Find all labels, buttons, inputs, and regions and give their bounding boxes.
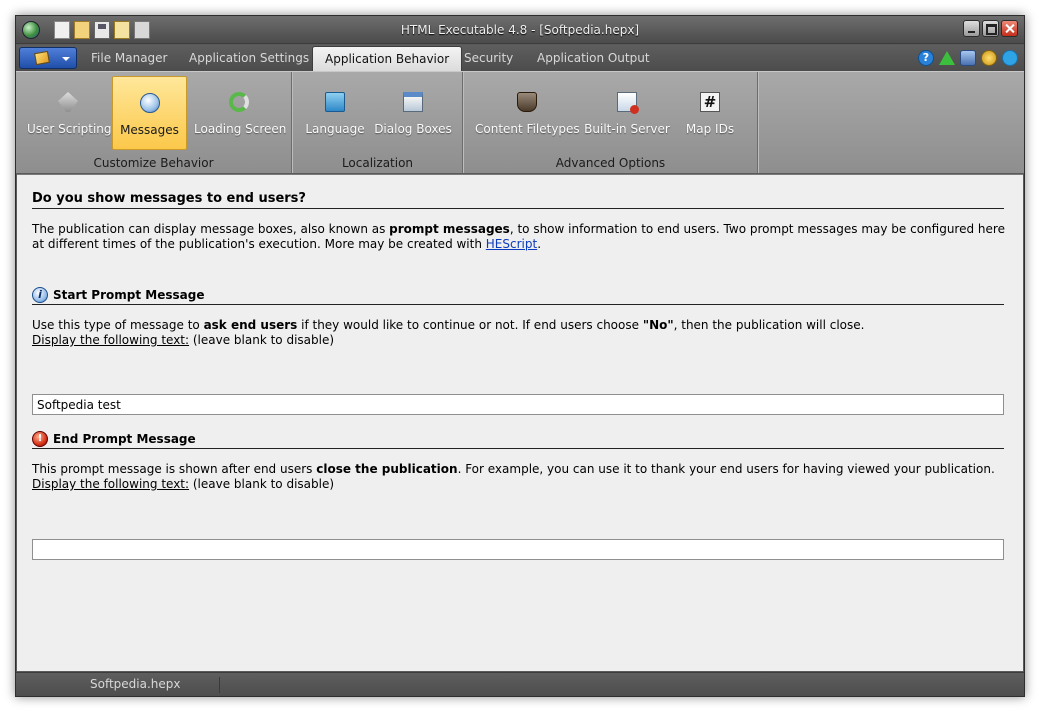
end-display-hint: (leave blank to disable): [189, 477, 335, 491]
built-in-server-label: Built-in Server: [584, 122, 670, 136]
start-desc-1: Use this type of message to: [32, 318, 204, 332]
close-button[interactable]: [1001, 20, 1018, 37]
ribbon-group-localization: Language Dialog Boxes Localization: [293, 72, 463, 173]
content-filetypes-button[interactable]: Content Filetypes: [475, 76, 580, 150]
messages-label: Messages: [120, 123, 179, 137]
maximize-button[interactable]: [982, 20, 999, 37]
map-ids-button[interactable]: # Map IDs: [677, 76, 743, 150]
main-window: HTML Executable 4.8 - [Softpedia.hepx] F…: [15, 15, 1025, 697]
tab-security[interactable]: Security: [452, 46, 525, 71]
start-display-label: Display the following text:: [32, 333, 190, 347]
title-bar[interactable]: HTML Executable 4.8 - [Softpedia.hepx]: [16, 16, 1024, 44]
end-display-line: Display the following text: (leave blank…: [32, 477, 1007, 492]
dialog-boxes-icon: [403, 92, 423, 112]
minimize-button[interactable]: [963, 20, 980, 37]
built-in-server-button[interactable]: Built-in Server: [583, 76, 671, 150]
window-controls: [963, 20, 1018, 37]
end-desc-2: . For example, you can use it to thank y…: [457, 462, 995, 476]
dialog-boxes-label: Dialog Boxes: [374, 122, 452, 136]
end-prompt-divider: [32, 448, 1004, 449]
tab-application-behavior[interactable]: Application Behavior: [312, 46, 463, 71]
start-display-line: Display the following text: (leave blank…: [32, 333, 1007, 348]
tab-application-settings[interactable]: Application Settings: [177, 46, 321, 71]
built-in-server-icon: [617, 92, 639, 114]
help-toolbar: ?: [918, 50, 1018, 66]
end-prompt-description: This prompt message is shown after end u…: [32, 462, 1007, 477]
ribbon-group-customize-behavior: User Scripting Messages Loading Screen C…: [16, 72, 292, 173]
heading-divider: [32, 208, 1004, 209]
content-filetypes-icon: [517, 92, 537, 112]
map-ids-icon: #: [700, 92, 720, 112]
chevron-down-icon: [62, 57, 70, 61]
window-title: HTML Executable 4.8 - [Softpedia.hepx]: [400, 23, 640, 37]
intro-text-1: The publication can display message boxe…: [32, 222, 390, 236]
group-label-advanced-options: Advanced Options: [555, 156, 666, 170]
end-prompt-title: End Prompt Message: [53, 432, 196, 446]
loading-screen-button[interactable]: Loading Screen: [194, 76, 287, 150]
group-label-customize-behavior: Customize Behavior: [93, 156, 214, 170]
start-desc-bold: ask end users: [203, 318, 298, 332]
end-desc-1: This prompt message is shown after end u…: [32, 462, 317, 476]
users-icon[interactable]: [960, 50, 976, 66]
user-scripting-label: User Scripting: [27, 122, 112, 136]
hescript-link[interactable]: HEScript: [486, 237, 537, 251]
award-icon[interactable]: [981, 50, 997, 66]
start-prompt-input[interactable]: [32, 394, 1004, 415]
wand-icon: [34, 50, 50, 66]
status-document-name: Softpedia.hepx: [90, 677, 181, 691]
intro-paragraph: The publication can display message boxe…: [32, 222, 1007, 252]
start-desc-2: if they would like to continue or not. I…: [297, 318, 643, 332]
start-prompt-heading: i Start Prompt Message: [32, 287, 204, 303]
intro-bold: prompt messages: [389, 222, 510, 236]
loading-screen-icon: [229, 92, 249, 112]
ribbon-panel: User Scripting Messages Loading Screen C…: [16, 71, 1024, 174]
content-filetypes-label: Content Filetypes: [475, 122, 580, 136]
language-icon: [325, 92, 345, 112]
end-prompt-input[interactable]: [32, 539, 1004, 560]
map-ids-label: Map IDs: [685, 122, 735, 136]
application-menu-button[interactable]: [19, 47, 77, 69]
end-display-label: Display the following text:: [32, 477, 190, 491]
ribbon-group-advanced-options: Content Filetypes Built-in Server # Map …: [464, 72, 758, 173]
status-bar: Softpedia.hepx: [16, 672, 1024, 696]
twitter-icon[interactable]: [1002, 50, 1018, 66]
help-icon[interactable]: ?: [918, 50, 934, 66]
start-prompt-description: Use this type of message to ask end user…: [32, 318, 1007, 333]
language-button[interactable]: Language: [302, 76, 368, 150]
info-icon: i: [32, 287, 48, 303]
status-separator: [219, 677, 220, 693]
page-title: Do you show messages to end users?: [32, 191, 306, 206]
messages-icon: [139, 93, 160, 113]
ribbon-tab-bar: File Manager Application Settings Applic…: [16, 45, 1024, 71]
end-desc-bold: close the publication: [316, 462, 458, 476]
dialog-boxes-button[interactable]: Dialog Boxes: [373, 76, 453, 150]
start-desc-bold-2: "No": [642, 318, 674, 332]
start-desc-3: , then the publication will close.: [673, 318, 865, 332]
tab-file-manager[interactable]: File Manager: [79, 46, 180, 71]
intro-end: .: [537, 237, 542, 251]
messages-settings-panel: Do you show messages to end users? The p…: [17, 174, 1023, 671]
language-label: Language: [305, 122, 365, 136]
user-scripting-icon: [58, 92, 78, 112]
group-label-localization: Localization: [341, 156, 414, 170]
update-icon[interactable]: [939, 51, 955, 65]
user-scripting-button[interactable]: User Scripting: [27, 76, 112, 150]
end-prompt-heading: ! End Prompt Message: [32, 431, 196, 447]
tab-application-output[interactable]: Application Output: [525, 46, 662, 71]
stop-icon: !: [32, 431, 48, 447]
loading-screen-label: Loading Screen: [194, 122, 287, 136]
start-prompt-divider: [32, 304, 1004, 305]
start-prompt-title: Start Prompt Message: [53, 288, 205, 302]
start-display-hint: (leave blank to disable): [189, 333, 335, 347]
messages-button[interactable]: Messages: [112, 76, 187, 150]
